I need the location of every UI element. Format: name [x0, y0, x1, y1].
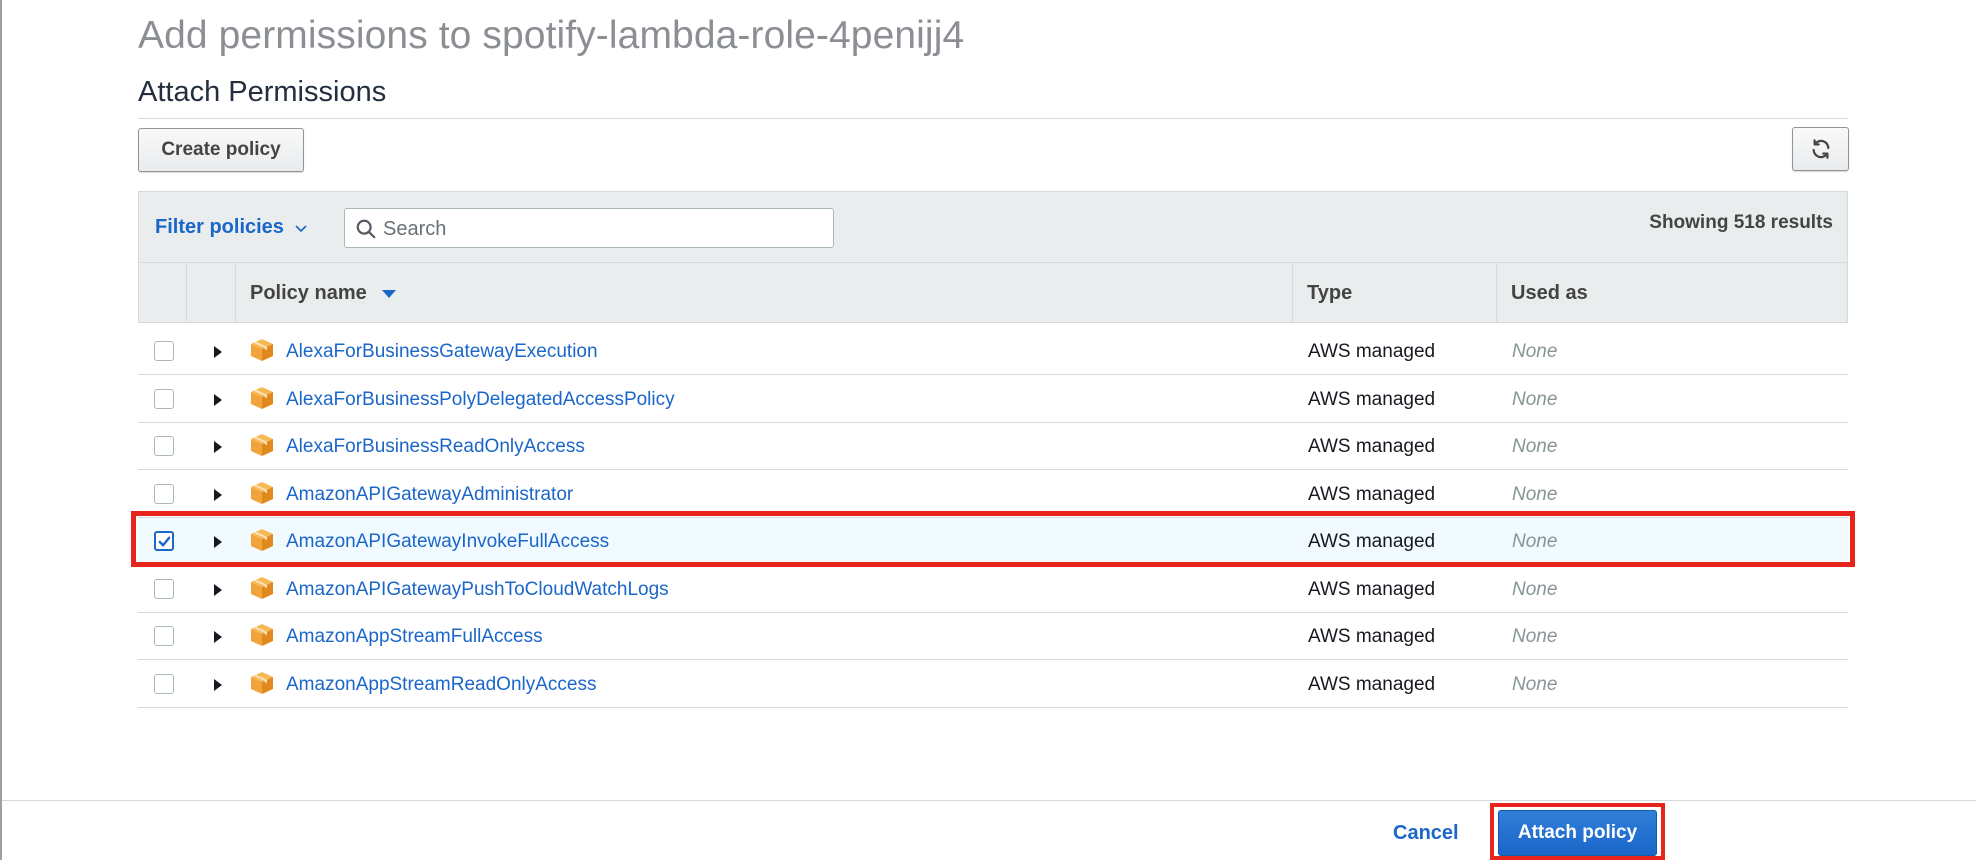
- package-icon: [249, 337, 275, 363]
- package-icon: [249, 385, 275, 411]
- search-box[interactable]: [344, 208, 834, 249]
- policy-used-as: None: [1512, 626, 1558, 647]
- sort-descending-icon: [382, 289, 397, 298]
- package-icon: [249, 527, 275, 553]
- policy-name-link[interactable]: AmazonAPIGatewayPushToCloudWatchLogs: [286, 579, 669, 601]
- policy-used-as: None: [1512, 389, 1558, 410]
- filter-policies-dropdown[interactable]: Filter policies: [155, 216, 308, 239]
- policy-type: AWS managed: [1308, 484, 1436, 505]
- policy-used-as: None: [1512, 341, 1558, 362]
- row-checkbox[interactable]: [154, 484, 174, 504]
- expand-caret-icon[interactable]: [210, 678, 224, 692]
- policy-type: AWS managed: [1308, 436, 1436, 457]
- package-icon: [249, 575, 275, 601]
- expand-caret-icon[interactable]: [210, 488, 224, 502]
- row-checkbox[interactable]: [154, 626, 174, 646]
- table-row[interactable]: AmazonAPIGatewayInvokeFullAccess AWS mana…: [138, 518, 1848, 565]
- expand-caret-icon[interactable]: [210, 393, 224, 407]
- filter-bar: Filter policies Showing 518 results: [138, 191, 1848, 263]
- policy-used-as: None: [1512, 484, 1558, 505]
- table-row[interactable]: AmazonAPIGatewayAdministrator AWS managed…: [138, 471, 1848, 518]
- search-input[interactable]: [381, 209, 825, 249]
- row-checkbox[interactable]: [154, 579, 174, 599]
- policy-used-as: None: [1512, 674, 1558, 695]
- policy-used-as: None: [1512, 579, 1558, 600]
- footer-divider: [2, 800, 1976, 801]
- expand-caret-icon[interactable]: [210, 535, 224, 549]
- header-type[interactable]: Type: [1293, 263, 1497, 322]
- policy-type: AWS managed: [1308, 579, 1436, 600]
- header-used-as-label: Used as: [1511, 282, 1588, 304]
- package-icon: [249, 670, 275, 696]
- package-icon: [249, 622, 275, 648]
- refresh-icon: [1812, 139, 1829, 159]
- policy-type: AWS managed: [1308, 626, 1436, 647]
- create-policy-button[interactable]: Create policy: [138, 128, 304, 172]
- row-checkbox[interactable]: [154, 674, 174, 694]
- window-left-border: [0, 0, 2, 860]
- filter-policies-label: Filter policies: [155, 216, 284, 238]
- header-expand-column: [187, 263, 236, 322]
- policy-name-link[interactable]: AmazonAppStreamReadOnlyAccess: [286, 674, 596, 696]
- page-title: Add permissions to spotify-lambda-role-4…: [138, 14, 965, 57]
- table-row[interactable]: AlexaForBusinessReadOnlyAccess AWS manage…: [138, 423, 1848, 470]
- policy-type: AWS managed: [1308, 674, 1436, 695]
- table-row[interactable]: AmazonAppStreamReadOnlyAccess AWS managed…: [138, 661, 1848, 708]
- row-checkbox[interactable]: [154, 436, 174, 456]
- header-policy-name[interactable]: Policy name: [236, 263, 1293, 322]
- policy-type: AWS managed: [1308, 341, 1436, 362]
- policy-used-as: None: [1512, 436, 1558, 457]
- table-row[interactable]: AmazonAppStreamFullAccess AWS managed None: [138, 613, 1848, 660]
- header-policy-name-label: Policy name: [250, 282, 367, 304]
- expand-caret-icon[interactable]: [210, 583, 224, 597]
- policy-used-as: None: [1512, 531, 1558, 552]
- section-divider: [138, 118, 1848, 119]
- package-icon: [249, 432, 275, 458]
- table-row[interactable]: AlexaForBusinessGatewayExecution AWS mana…: [138, 328, 1848, 375]
- refresh-button[interactable]: [1792, 127, 1849, 171]
- expand-caret-icon[interactable]: [210, 440, 224, 454]
- row-checkbox[interactable]: [154, 389, 174, 409]
- policy-name-link[interactable]: AlexaForBusinessReadOnlyAccess: [286, 436, 585, 458]
- header-type-label: Type: [1307, 282, 1353, 304]
- policy-name-link[interactable]: AmazonAPIGatewayAdministrator: [286, 484, 573, 506]
- header-used-as[interactable]: Used as: [1497, 263, 1847, 322]
- policy-type: AWS managed: [1308, 531, 1436, 552]
- expand-caret-icon[interactable]: [210, 345, 224, 359]
- table-row[interactable]: AmazonAPIGatewayPushToCloudWatchLogs AWS …: [138, 566, 1848, 613]
- table-row[interactable]: AlexaForBusinessPolyDelegatedAccessPolic…: [138, 376, 1848, 423]
- search-icon: [356, 219, 376, 239]
- checkmark-icon: [158, 536, 171, 547]
- section-title: Attach Permissions: [138, 76, 387, 108]
- policy-name-link[interactable]: AlexaForBusinessGatewayExecution: [286, 341, 598, 363]
- policy-name-link[interactable]: AmazonAppStreamFullAccess: [286, 626, 543, 648]
- policy-type: AWS managed: [1308, 389, 1436, 410]
- table-header: Policy name Type Used as: [138, 263, 1848, 323]
- policy-name-link[interactable]: AmazonAPIGatewayInvokeFullAccess: [286, 531, 609, 553]
- package-icon: [249, 480, 275, 506]
- row-checkbox[interactable]: [154, 531, 174, 551]
- row-checkbox[interactable]: [154, 341, 174, 361]
- attach-policy-button[interactable]: Attach policy: [1498, 810, 1657, 856]
- chevron-down-icon: [295, 224, 307, 232]
- expand-caret-icon[interactable]: [210, 630, 224, 644]
- results-count: Showing 518 results: [1649, 212, 1833, 233]
- header-select-column: [139, 263, 187, 322]
- cancel-button[interactable]: Cancel: [1393, 822, 1459, 845]
- policy-name-link[interactable]: AlexaForBusinessPolyDelegatedAccessPolic…: [286, 389, 675, 411]
